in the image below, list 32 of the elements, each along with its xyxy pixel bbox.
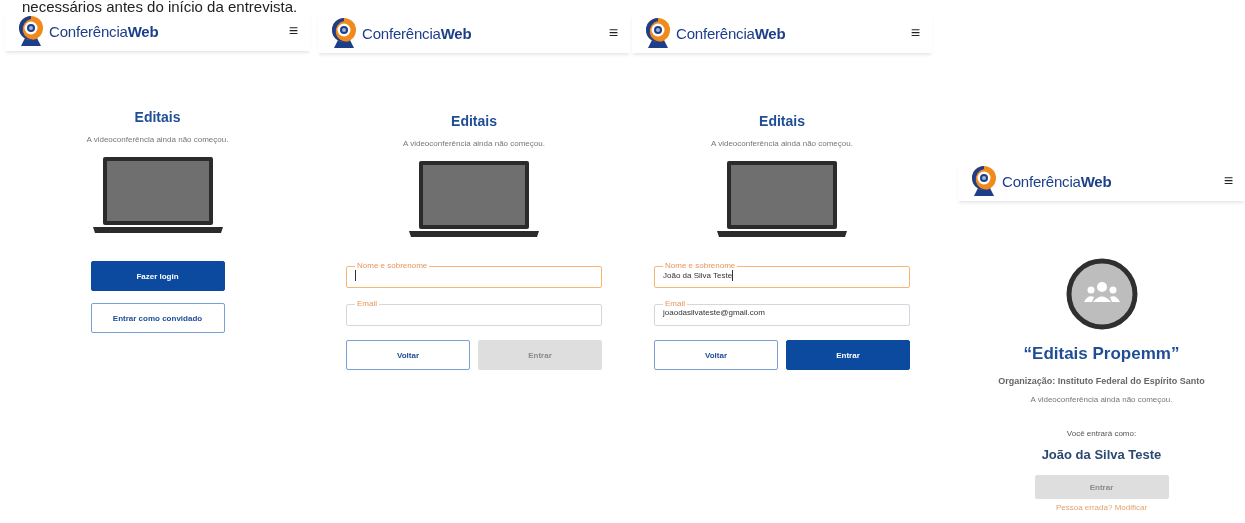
status-text: A videoconferência ainda não começou. — [711, 139, 853, 148]
page-title: Editais — [134, 109, 181, 125]
webcam-logo-icon — [330, 17, 358, 49]
participant-name: João da Silva Teste — [1041, 447, 1162, 462]
text-field[interactable]: Email joaodasilvateste@gmail.com — [654, 300, 910, 326]
button[interactable]: Voltar — [654, 340, 778, 370]
page-title: Editais — [759, 113, 805, 129]
button[interactable]: Fazer login — [90, 261, 225, 291]
brand-name: ConferênciaWeb — [49, 22, 159, 40]
text-field[interactable]: Nome e sobrenome João da Silva Teste — [654, 262, 910, 288]
brand-name: ConferênciaWeb — [1002, 172, 1112, 190]
webcam-logo-icon — [970, 165, 998, 197]
organization-text: Organização: Instituto Federal do Espírito Santo — [998, 376, 1205, 386]
webcam-logo-icon — [644, 17, 672, 49]
status-text: A videoconferência ainda não começou. — [86, 135, 229, 144]
group-avatar-icon — [1065, 258, 1138, 330]
button[interactable]: Voltar — [346, 340, 470, 370]
button[interactable]: Entrar como convidado — [90, 303, 225, 333]
meeting-title: “Editais Propemm” — [1023, 344, 1180, 364]
field-label: Nome e sobrenome — [356, 262, 429, 270]
brand-name: ConferênciaWeb — [676, 24, 786, 42]
webcam-logo-icon — [17, 15, 45, 47]
status-text: A videoconferência ainda não começou. — [1030, 395, 1173, 404]
page-title: Editais — [451, 113, 497, 129]
field-label: Nome e sobrenome — [664, 262, 737, 270]
button[interactable]: Entrar — [786, 340, 910, 370]
brand-name: ConferênciaWeb — [362, 24, 472, 42]
field-label: Email — [664, 300, 686, 308]
status-text: A videoconferência ainda não começou. — [403, 139, 545, 148]
join-label: Você entrará como: — [1066, 429, 1137, 438]
field-label: Email — [356, 300, 378, 308]
caption-text: necessários antes do início da entrevista. — [21, 0, 299, 11]
